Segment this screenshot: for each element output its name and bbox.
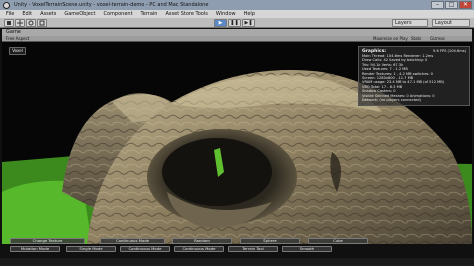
continuous-mode-button[interactable]: Continuous Mode [174,246,224,252]
statistics-panel: Graphics: 9.6 FPS (104.6ms) Main Thread:… [358,46,470,106]
mutation-mode-button[interactable]: Mutation Mode [10,246,60,252]
change-texture-button[interactable]: Change Texture [10,238,85,244]
menu-edit[interactable]: Edit [22,11,32,17]
menu-terrain[interactable]: Terrain [141,11,158,17]
tool-buttons-row-1: Change Texture Continuous Mode Random Sp… [2,238,472,244]
menu-asset-store-tools[interactable]: Asset Store Tools [165,11,207,17]
move-icon [17,20,23,26]
single-mode-button[interactable]: Single Mode [66,246,116,252]
fps-readout: 9.6 FPS (104.6ms) [433,49,466,53]
sphere-button[interactable]: Sphere [240,238,300,244]
layout-dropdown[interactable]: Layout [432,19,470,27]
tab-game[interactable]: Game [6,29,21,35]
hand-icon [7,21,11,25]
maximize-button[interactable]: □ [445,1,458,9]
layout-label: Layout [435,20,452,26]
cube-button[interactable]: Cube [308,238,368,244]
layers-label: Layers [395,20,412,26]
menu-window[interactable]: Window [216,11,236,17]
menu-help[interactable]: Help [244,11,255,17]
aspect-dropdown[interactable]: Free Aspect [6,36,29,41]
title-bar: Unity - VoxelTerrainScene.unity - voxel-… [0,0,474,10]
gizmos-dropdown[interactable]: Gizmos [430,36,445,41]
rotate-icon [28,20,34,26]
minimize-button[interactable]: – [431,1,444,9]
stats-toggle[interactable]: Stats [411,36,421,41]
continuous-mode-button[interactable]: Continuous Mode [120,246,170,252]
scale-tool-button[interactable] [37,19,47,27]
pause-button[interactable]: ❚❚ [228,19,241,27]
move-tool-button[interactable] [15,19,25,27]
voxel-label: Voxel [9,47,26,55]
game-tab-strip: Game [2,29,472,36]
window-controls: – □ ✕ [431,1,472,9]
play-button[interactable]: ▶ [214,19,227,27]
stat-row: Network: (no players connected) [362,98,421,103]
tool-buttons-row-2: Mutation Mode Single Mode Continuous Mod… [2,246,472,252]
unity-logo-icon [3,1,10,9]
maximize-on-play-toggle[interactable]: Maximize on Play [373,36,408,41]
step-button[interactable]: ▶❚ [242,19,255,27]
smooth-button[interactable]: Smooth [282,246,332,252]
scale-icon [39,20,45,26]
toolbar: ▶ ❚❚ ▶❚ Layers Layout [0,18,474,28]
menu-gameobject[interactable]: GameObject [64,11,95,17]
menu-bar: File Edit Assets GameObject Component Te… [0,10,474,18]
close-button[interactable]: ✕ [459,1,472,9]
random-button[interactable]: Random [172,238,232,244]
menu-assets[interactable]: Assets [40,11,56,17]
rotate-tool-button[interactable] [26,19,36,27]
continuous-mode-button[interactable]: Continuous Mode [100,238,165,244]
terrain-tool-button[interactable]: Terrain Tool [228,246,278,252]
hand-tool-button[interactable] [4,19,14,27]
menu-file[interactable]: File [6,11,14,17]
menu-component[interactable]: Component [104,11,133,17]
window-title: Unity - VoxelTerrainScene.unity - voxel-… [14,2,209,8]
layers-dropdown[interactable]: Layers [392,19,428,27]
status-bar [0,258,474,266]
